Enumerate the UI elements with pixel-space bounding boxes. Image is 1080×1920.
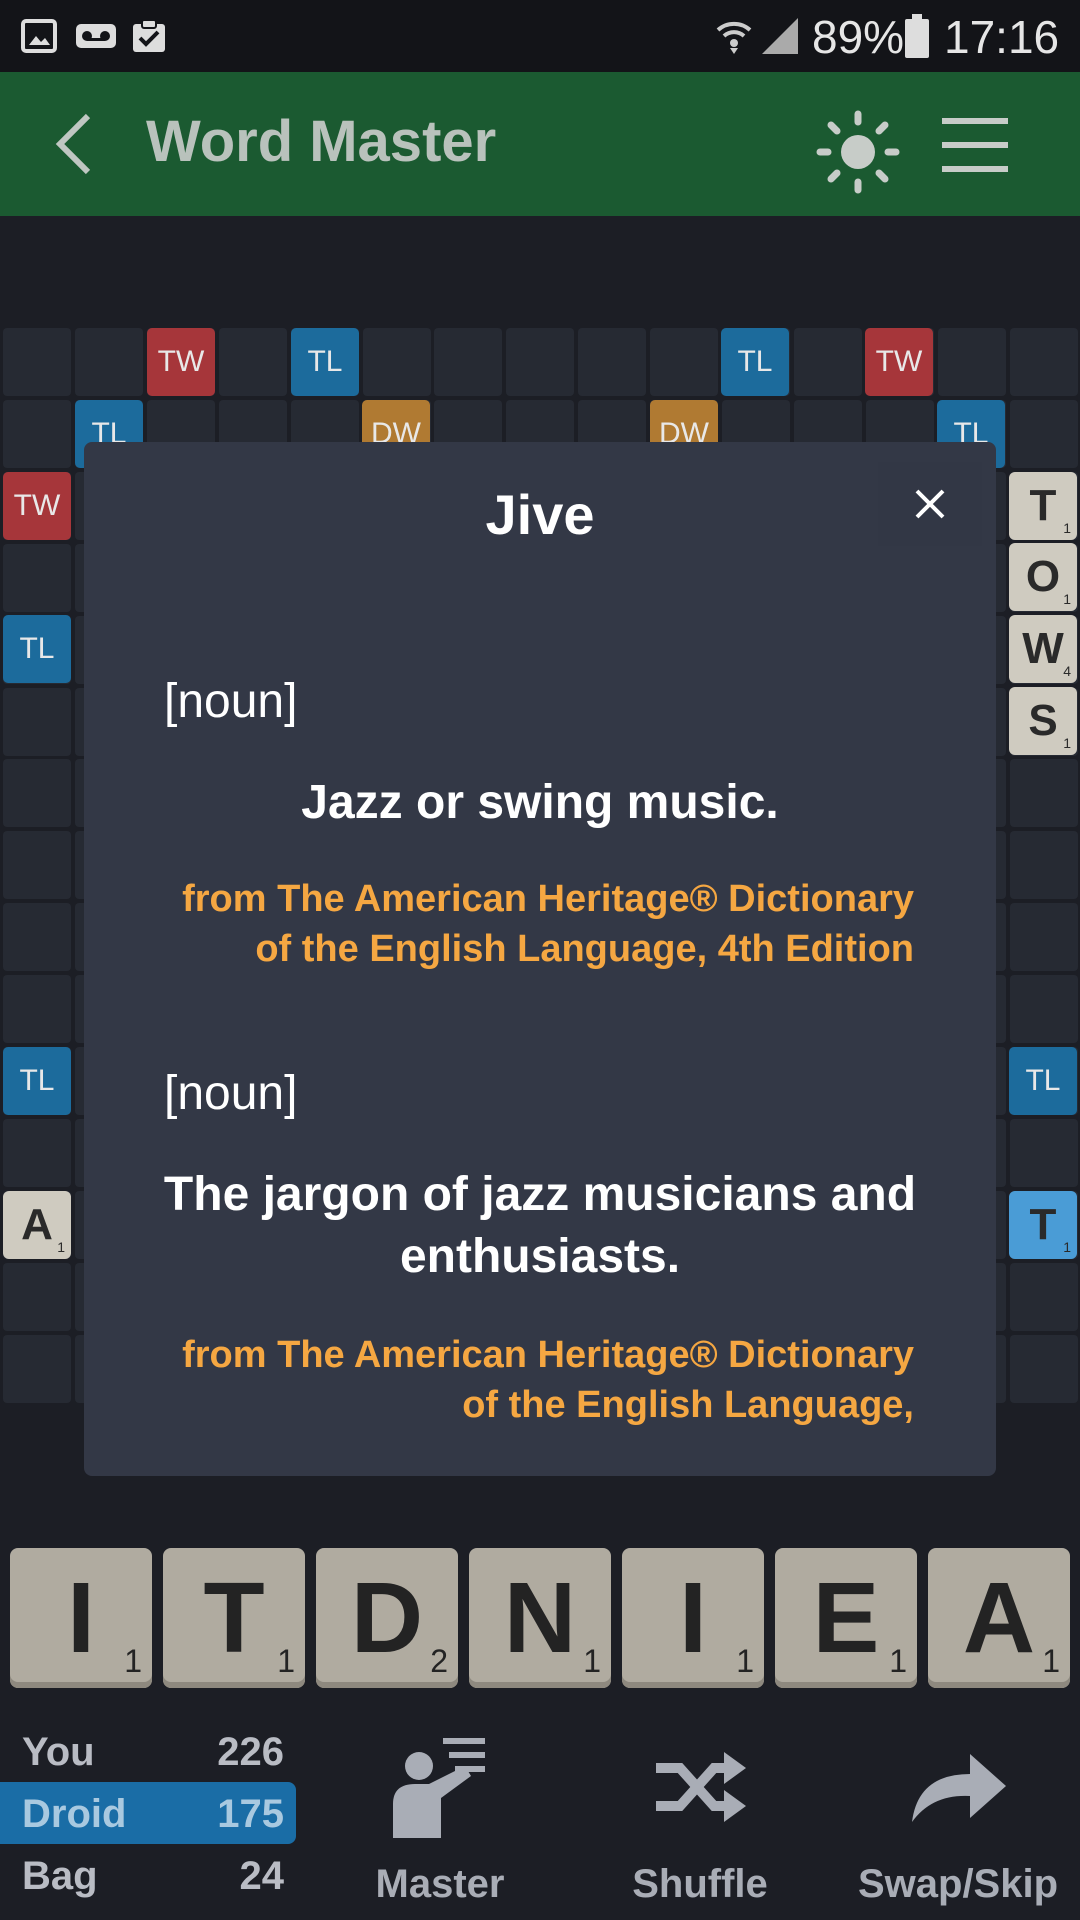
board-cell[interactable] [794,328,862,396]
board-cell[interactable] [3,400,71,468]
triple-word-square: TW [865,328,933,396]
gallery-icon [21,19,57,53]
board-cell[interactable] [3,688,71,756]
board-cell[interactable] [219,328,287,396]
rack-tile[interactable]: A1 [928,1548,1070,1688]
part-of-speech: [noun] [164,1067,298,1120]
triple-word-square: TW [3,472,71,540]
score-row-droid: Droid 175 [0,1782,296,1844]
board-cell[interactable] [1010,759,1078,827]
board-cell[interactable] [1010,1263,1078,1331]
definition-text: The jargon of jazz musicians and enthusi… [163,1168,917,1283]
board-cell[interactable] [506,328,574,396]
board-cell[interactable] [3,328,71,396]
voicemail-icon [76,24,116,48]
score-row-you: You 226 [22,1730,284,1774]
score-row-bag: Bag 24 [22,1854,284,1898]
swap-skip-icon [912,1754,1006,1822]
master-icon [393,1738,485,1838]
master-label: Master [375,1862,505,1906]
board-cell[interactable] [938,328,1006,396]
board-cell[interactable] [3,1119,71,1187]
board-cell[interactable] [3,759,71,827]
board-cell[interactable] [1010,903,1078,971]
definition-text: Jazz or swing music. [301,776,779,829]
board-cell[interactable] [3,975,71,1043]
shuffle-icon [656,1752,746,1822]
bottom-bar: You 226 Droid 175 Bag 24 Master Shuffle [0,1720,1080,1920]
triple-letter-square: TL [3,615,71,683]
board-cell[interactable] [434,328,502,396]
shuffle-button[interactable]: Shuffle [600,1720,800,1920]
triple-letter-square: TL [1009,1047,1077,1115]
board-cell[interactable] [650,328,718,396]
rack-tile[interactable]: D2 [316,1548,458,1688]
part-of-speech: [noun] [164,675,298,728]
menu-button[interactable] [934,112,1014,178]
rack-tile[interactable]: E1 [775,1548,917,1688]
definition-source: from The American Heritage® Dictionary o… [182,878,914,970]
board-cell[interactable] [1010,975,1078,1043]
board-cell[interactable] [1010,1119,1078,1187]
board-cell[interactable] [3,1263,71,1331]
definition-dialog: Jive [noun] Jazz or swing music. from Th… [84,442,996,1476]
close-button[interactable] [878,462,982,546]
wifi-icon [716,21,752,54]
back-button[interactable] [44,110,104,178]
rack-tile[interactable]: N1 [469,1548,611,1688]
close-icon [915,489,945,519]
board-cell[interactable] [3,831,71,899]
board-cell[interactable] [75,328,143,396]
tile-rack: I1 T1 D2 N1 I1 E1 A1 [0,1516,1080,1696]
dialog-word-title: Jive [485,483,595,546]
board-cell[interactable] [3,903,71,971]
swap-skip-button[interactable]: Swap/Skip [848,1720,1068,1920]
shuffle-label: Shuffle [632,1862,768,1906]
board-tile[interactable]: T1 [1009,472,1077,540]
rack-tile[interactable]: I1 [622,1548,764,1688]
swap-skip-label: Swap/Skip [857,1862,1059,1906]
board-tile[interactable]: S1 [1009,687,1077,755]
signal-icon [762,18,798,54]
app-title: Word Master [146,109,497,174]
board-tile[interactable]: O1 [1009,543,1077,611]
board-cell[interactable] [363,328,431,396]
board-cell[interactable] [1010,400,1078,468]
board-tile[interactable]: A1 [3,1191,71,1259]
clock: 17:16 [944,11,1060,63]
battery-icon [905,14,929,58]
board-cell[interactable] [3,544,71,612]
battery-percent: 89% [812,11,905,63]
triple-word-square: TW [147,328,215,396]
app-bar: Word Master [0,72,1080,216]
board-tile-new[interactable]: T1 [1009,1191,1077,1259]
rack-tile[interactable]: I1 [10,1548,152,1688]
board-cell[interactable] [1010,831,1078,899]
master-button[interactable]: Master [340,1720,540,1920]
board-tile[interactable]: W4 [1009,615,1077,683]
board-cell[interactable] [1010,328,1078,396]
triple-letter-square: TL [3,1047,71,1115]
status-bar: 89% 17:16 [0,0,1080,72]
clipboard-check-icon [133,19,165,52]
triple-letter-square: TL [721,328,789,396]
triple-letter-square: TL [291,328,359,396]
board-cell[interactable] [578,328,646,396]
board-cell[interactable] [3,1335,71,1403]
brightness-toggle-button[interactable] [816,110,900,194]
rack-tile[interactable]: T1 [163,1548,305,1688]
board-cell[interactable] [1010,1335,1078,1403]
definition-source: from The American Heritage® Dictionary o… [182,1334,914,1426]
